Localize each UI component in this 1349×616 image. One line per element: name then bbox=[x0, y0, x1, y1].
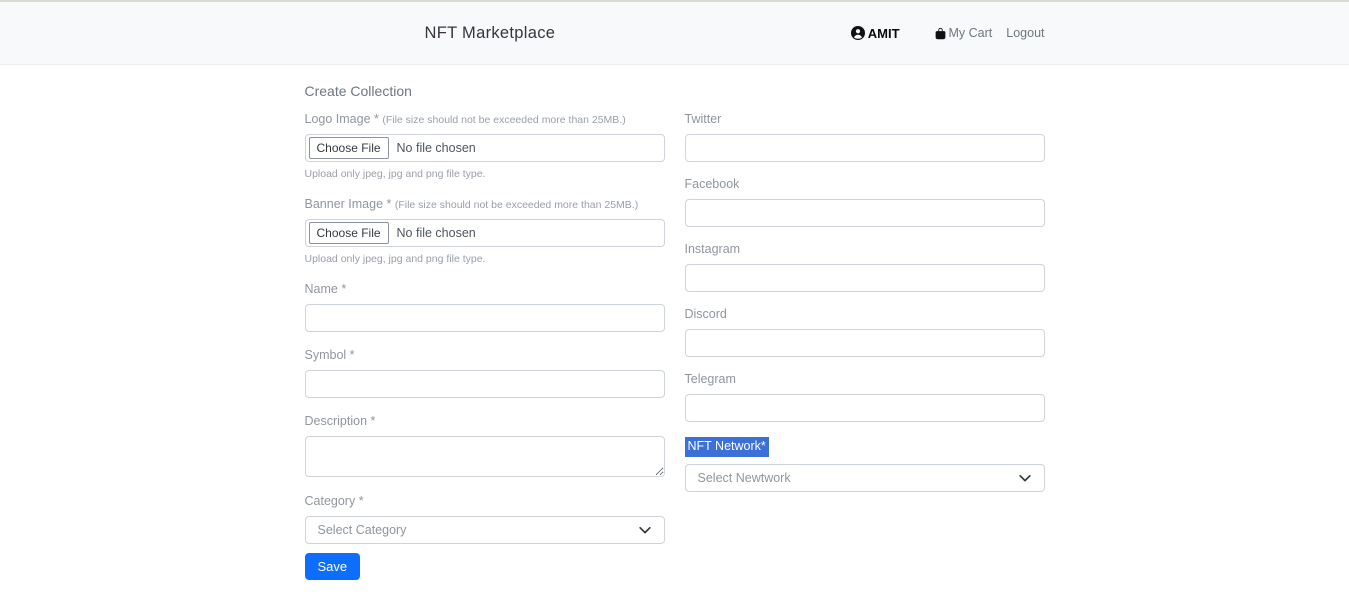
navbar: NFT Marketplace AMIT My Ca bbox=[0, 2, 1349, 65]
nav-user[interactable]: AMIT bbox=[851, 26, 900, 41]
telegram-input[interactable] bbox=[685, 394, 1045, 422]
category-select[interactable]: Select Category bbox=[305, 516, 665, 544]
brand-title[interactable]: NFT Marketplace bbox=[425, 24, 556, 43]
cart-bag-icon bbox=[934, 27, 947, 40]
category-label: Category * bbox=[305, 494, 665, 509]
chevron-down-icon bbox=[638, 523, 652, 537]
nav-my-cart-label: My Cart bbox=[949, 26, 993, 40]
banner-file-type-helper: Upload only jpeg, jpg and png file type. bbox=[305, 253, 665, 265]
description-group: Description * bbox=[305, 414, 665, 477]
nft-network-label: NFT Network* bbox=[685, 437, 769, 457]
discord-group: Discord bbox=[685, 307, 1045, 357]
navbar-menu: AMIT My Cart Logout bbox=[851, 26, 1045, 41]
nav-my-cart[interactable]: My Cart bbox=[934, 26, 993, 40]
logo-file-status: No file chosen bbox=[397, 141, 476, 155]
instagram-input[interactable] bbox=[685, 264, 1045, 292]
user-icon bbox=[851, 26, 865, 40]
symbol-input[interactable] bbox=[305, 370, 665, 398]
logo-choose-file-button[interactable]: Choose File bbox=[309, 137, 389, 159]
symbol-group: Symbol * bbox=[305, 348, 665, 398]
banner-choose-file-button[interactable]: Choose File bbox=[309, 222, 389, 244]
facebook-input[interactable] bbox=[685, 199, 1045, 227]
logo-file-input[interactable]: Choose File No file chosen bbox=[305, 134, 665, 162]
description-label: Description * bbox=[305, 414, 665, 429]
discord-input[interactable] bbox=[685, 329, 1045, 357]
logo-image-label: Logo Image * (File size should not be ex… bbox=[305, 112, 665, 127]
telegram-label: Telegram bbox=[685, 372, 1045, 387]
twitter-label: Twitter bbox=[685, 112, 1045, 127]
facebook-label: Facebook bbox=[685, 177, 1045, 192]
logo-image-group: Logo Image * (File size should not be ex… bbox=[305, 112, 665, 180]
banner-file-input[interactable]: Choose File No file chosen bbox=[305, 219, 665, 247]
instagram-group: Instagram bbox=[685, 242, 1045, 292]
instagram-label: Instagram bbox=[685, 242, 1045, 257]
logo-image-label-text: Logo Image * bbox=[305, 112, 379, 126]
save-button[interactable]: Save bbox=[305, 553, 361, 580]
symbol-label: Symbol * bbox=[305, 348, 665, 363]
banner-image-group: Banner Image * (File size should not be … bbox=[305, 197, 665, 265]
logo-file-type-helper: Upload only jpeg, jpg and png file type. bbox=[305, 168, 665, 180]
logo-image-size-hint: (File size should not be exceeded more t… bbox=[382, 114, 625, 126]
create-collection-page: Create Collection Logo Image * (File siz… bbox=[305, 83, 1045, 616]
banner-file-status: No file chosen bbox=[397, 226, 476, 240]
name-group: Name * bbox=[305, 282, 665, 332]
telegram-group: Telegram bbox=[685, 372, 1045, 422]
name-label: Name * bbox=[305, 282, 665, 297]
form-right-column: Twitter Facebook Instagram Discord Teleg… bbox=[685, 112, 1045, 580]
banner-image-size-hint: (File size should not be exceeded more t… bbox=[395, 199, 638, 211]
nft-network-select[interactable]: Select Newtwork bbox=[685, 464, 1045, 492]
nav-user-label: AMIT bbox=[868, 26, 900, 41]
twitter-input[interactable] bbox=[685, 134, 1045, 162]
discord-label: Discord bbox=[685, 307, 1045, 322]
banner-image-label: Banner Image * (File size should not be … bbox=[305, 197, 665, 212]
nav-logout[interactable]: Logout bbox=[1006, 26, 1044, 40]
chevron-down-icon bbox=[1018, 471, 1032, 485]
description-textarea[interactable] bbox=[305, 436, 665, 477]
category-select-value: Select Category bbox=[318, 523, 407, 537]
page-title: Create Collection bbox=[305, 83, 1045, 99]
nft-network-select-value: Select Newtwork bbox=[698, 471, 791, 485]
form-left-column: Logo Image * (File size should not be ex… bbox=[305, 112, 665, 580]
nft-network-group: NFT Network* Select Newtwork bbox=[685, 437, 1045, 492]
category-group: Category * Select Category bbox=[305, 494, 665, 544]
facebook-group: Facebook bbox=[685, 177, 1045, 227]
twitter-group: Twitter bbox=[685, 112, 1045, 162]
banner-image-label-text: Banner Image * bbox=[305, 197, 392, 211]
name-input[interactable] bbox=[305, 304, 665, 332]
